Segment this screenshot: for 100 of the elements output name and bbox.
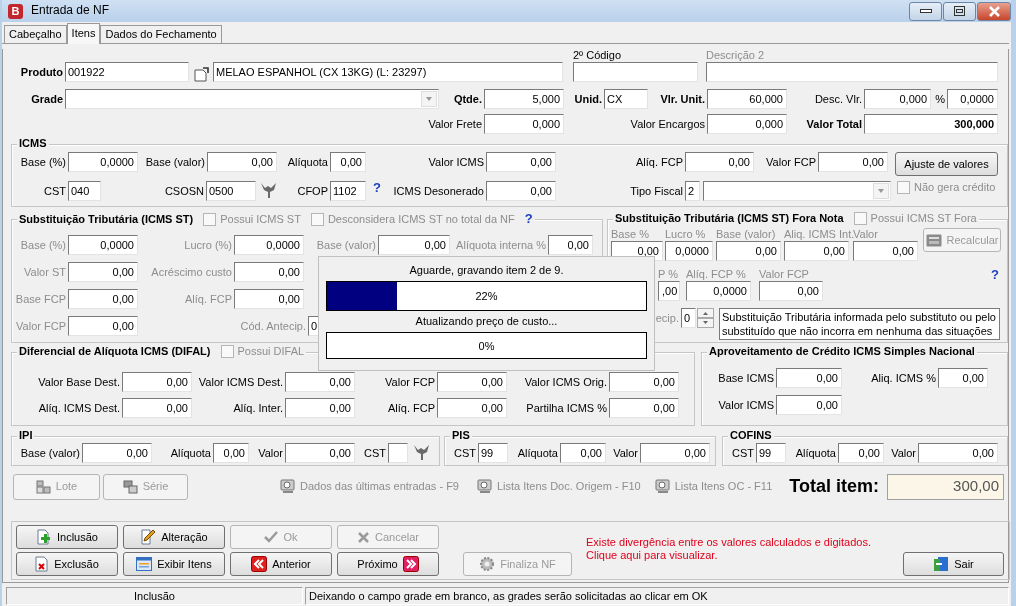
monitor-icon[interactable] <box>654 479 671 494</box>
input-field[interactable]: 5,000 <box>484 89 564 109</box>
button[interactable]: Sair <box>903 552 1004 576</box>
input-field[interactable]: 0,00 <box>207 152 277 172</box>
field-label: ecip. <box>655 311 679 325</box>
help-icon[interactable]: ? <box>373 181 381 195</box>
input-field[interactable]: 0,00 <box>938 368 988 388</box>
input-field[interactable]: 0,00 <box>609 372 679 392</box>
input-field[interactable]: 2 <box>685 181 700 201</box>
input-field[interactable]: 001922 <box>65 62 189 82</box>
input-field[interactable]: 0,000 <box>864 89 931 109</box>
input-field[interactable]: 0,00 <box>330 152 366 172</box>
input-field[interactable] <box>706 62 998 82</box>
tab[interactable]: Dados do Fechamento <box>100 25 222 43</box>
input-field[interactable]: 0,00 <box>918 443 998 463</box>
input-field[interactable]: 0,0000 <box>947 89 998 109</box>
minimize-icon <box>919 9 932 13</box>
button[interactable]: Anterior <box>230 552 332 576</box>
field-label: Aliq. ICMS % <box>871 371 936 385</box>
input-field[interactable]: 0500 <box>206 181 256 201</box>
input-field[interactable]: 0,000 <box>707 114 787 134</box>
tab[interactable]: Itens <box>66 23 101 44</box>
field-label: Base FCP <box>15 292 66 306</box>
field-label: Base (%) <box>20 155 66 169</box>
field-label: Valor <box>891 446 916 460</box>
input-field[interactable]: 0,00 <box>776 395 842 415</box>
status-text: Inclusão <box>6 587 303 605</box>
field-label: Alíq. Inter. <box>233 401 283 415</box>
field-label: Alíq. FCP <box>635 155 683 169</box>
maximize-button[interactable] <box>943 1 976 21</box>
window-icon <box>136 557 153 571</box>
input-field[interactable]: 0,00 <box>285 443 355 463</box>
input-field[interactable]: 0,00 <box>82 443 152 463</box>
progress-reading: 22% <box>475 289 498 303</box>
progress-label: Aguarde, gravando item 2 de 9. <box>409 263 564 278</box>
input-field[interactable]: 0,00 <box>640 443 710 463</box>
spinner-icon[interactable] <box>697 308 714 328</box>
input-field[interactable]: 0,00 <box>437 372 507 392</box>
input-field[interactable]: 0,00 <box>560 443 606 463</box>
input-field[interactable]: 0,0000 <box>68 152 138 172</box>
input-field[interactable]: 0,00 <box>437 398 507 418</box>
input-field[interactable]: 99 <box>756 443 786 463</box>
field-label: Valor FCP <box>759 268 809 281</box>
input-field[interactable]: 60,000 <box>707 89 787 109</box>
progress-reading: 0% <box>478 339 495 352</box>
field-label: Valor Total <box>806 117 862 131</box>
monitor-icon[interactable] <box>476 479 493 494</box>
button[interactable]: Próximo <box>337 552 439 576</box>
input-field[interactable]: 0,00 <box>486 152 556 172</box>
button[interactable]: Exibir Itens <box>123 552 225 576</box>
group-title: PIS <box>452 429 470 442</box>
input-field[interactable]: 0,00 <box>285 398 355 418</box>
input-field[interactable]: 0,00 <box>685 152 754 172</box>
minimize-button[interactable] <box>909 1 942 21</box>
input-field[interactable]: 0,00 <box>818 152 888 172</box>
input-field[interactable] <box>388 443 408 463</box>
warning-text[interactable]: Existe divergência entre os valores calculados e digitados. <box>586 536 871 549</box>
field-label: Desc. Vlr. <box>814 92 862 106</box>
field-label: Alíq. FCP % <box>686 268 746 281</box>
field-label: % <box>935 92 945 106</box>
input-field[interactable]: 0,00 <box>486 181 556 201</box>
field-label: Valor Encargos <box>630 117 705 131</box>
button[interactable]: Exclusão <box>16 552 118 576</box>
input-field[interactable]: 99 <box>478 443 508 463</box>
funnel-icon[interactable] <box>260 181 277 198</box>
input-field[interactable]: 0,00 <box>609 398 679 418</box>
tab[interactable]: Cabeçalho <box>4 25 67 43</box>
button[interactable]: Alteração <box>123 525 225 549</box>
input-field[interactable]: 0,00 <box>122 372 192 392</box>
input-field[interactable]: 0,00 <box>213 443 249 463</box>
monitor-icon[interactable] <box>280 479 296 494</box>
field-label: Valor <box>613 446 638 460</box>
close-button[interactable] <box>977 1 1011 21</box>
input-field[interactable]: 0,000 <box>484 114 564 134</box>
input-field[interactable]: 0,00 <box>122 398 192 418</box>
input-field[interactable]: 0,00 <box>776 368 842 388</box>
field-label: Lucro % <box>665 228 706 241</box>
input-field[interactable]: CX <box>604 89 648 109</box>
funnel-icon[interactable] <box>413 443 430 460</box>
input-field[interactable]: MELAO ESPANHOL (CX 13KG) (L: 23297) <box>213 62 563 82</box>
field-label: Valor <box>853 228 878 241</box>
delete-document-icon <box>35 556 50 572</box>
input-field[interactable] <box>573 62 698 82</box>
field-label: Valor Frete <box>428 117 482 131</box>
input-field[interactable]: 1102 <box>330 181 366 201</box>
gear-icon <box>479 556 496 572</box>
add-document-icon <box>36 529 52 545</box>
boxes-icon <box>35 479 51 494</box>
document-icon[interactable] <box>194 67 209 82</box>
warning-text[interactable]: Clique aqui para visualizar. <box>586 549 871 562</box>
input-field[interactable]: 040 <box>68 181 101 201</box>
button[interactable]: Inclusão <box>16 525 118 549</box>
caret-icon <box>421 91 437 107</box>
pencil-icon <box>140 529 157 545</box>
input-field[interactable]: 300,000 <box>864 114 998 134</box>
dropdown-field[interactable] <box>65 89 439 109</box>
button[interactable]: Ajuste de valores <box>895 152 998 176</box>
dropdown-field[interactable] <box>703 181 891 201</box>
input-field[interactable]: 0,00 <box>285 372 355 392</box>
input-field[interactable]: 0,00 <box>838 443 884 463</box>
